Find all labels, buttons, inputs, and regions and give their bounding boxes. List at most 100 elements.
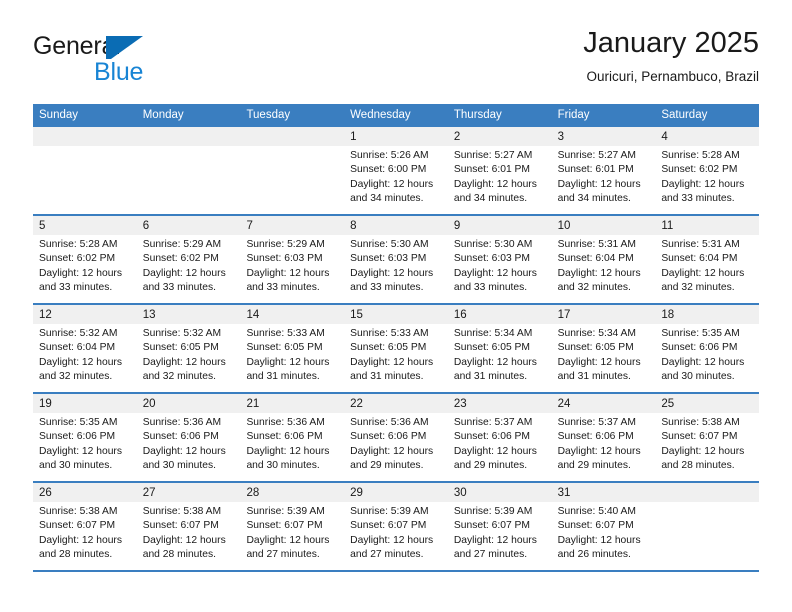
day-sun-info: Sunrise: 5:38 AM Sunset: 6:07 PM Daylight:… <box>137 502 241 562</box>
daylight-text: Daylight: 12 hours and 28 minutes. <box>142 534 226 560</box>
day-sun-info: Sunrise: 5:26 AM Sunset: 6:00 PM Daylight:… <box>344 146 448 206</box>
day-cell[interactable]: 29 Sunrise: 5:39 AM Sunset: 6:07 PM Dayligh… <box>344 483 448 570</box>
sunrise-text: Sunrise: 5:37 AM <box>557 417 637 428</box>
day-cell[interactable]: 10 Sunrise: 5:31 AM Sunset: 6:04 PM Dayligh… <box>551 216 656 303</box>
calendar-weeks: 1 Sunrise: 5:26 AM Sunset: 6:00 PM Daylight… <box>33 127 760 572</box>
day-sun-info: Sunrise: 5:36 AM Sunset: 6:06 PM Daylight:… <box>137 413 241 473</box>
day-cell[interactable]: 1 Sunrise: 5:26 AM Sunset: 6:00 PM Daylight… <box>344 127 448 214</box>
day-number: 21 <box>240 394 345 413</box>
sunrise-text: Sunrise: 5:31 AM <box>661 239 740 250</box>
daylight-text: Daylight: 12 hours and 28 minutes. <box>39 534 122 560</box>
day-cell[interactable]: 2 Sunrise: 5:27 AM Sunset: 6:01 PM Daylight… <box>447 127 552 214</box>
sunrise-text: Sunrise: 5:29 AM <box>142 239 222 250</box>
sunset-text: Sunset: 6:07 PM <box>661 431 738 443</box>
day-cell[interactable]: 12 Sunrise: 5:32 AM Sunset: 6:04 PM Dayligh… <box>33 305 137 392</box>
daylight-text: Daylight: 12 hours and 32 minutes. <box>142 356 226 382</box>
day-number: 23 <box>447 394 552 413</box>
calendar-week-row: 1 Sunrise: 5:26 AM Sunset: 6:00 PM Daylight… <box>33 127 760 216</box>
day-cell[interactable]: 25 Sunrise: 5:38 AM Sunset: 6:07 PM Dayligh… <box>655 394 760 481</box>
daylight-text: Daylight: 12 hours and 27 minutes. <box>453 534 537 560</box>
day-cell[interactable]: 28 Sunrise: 5:39 AM Sunset: 6:07 PM Dayligh… <box>240 483 345 570</box>
day-cell[interactable]: 15 Sunrise: 5:33 AM Sunset: 6:05 PM Dayligh… <box>344 305 448 392</box>
day-number: 27 <box>136 483 241 502</box>
sunrise-text: Sunrise: 5:34 AM <box>453 328 533 339</box>
day-sun-info: Sunrise: 5:29 AM Sunset: 6:02 PM Daylight:… <box>137 235 241 295</box>
day-cell[interactable]: 20 Sunrise: 5:36 AM Sunset: 6:06 PM Dayligh… <box>136 394 241 481</box>
sunset-text: Sunset: 6:06 PM <box>39 431 116 443</box>
day-number: 5 <box>33 216 137 235</box>
day-cell[interactable]: 5 Sunrise: 5:28 AM Sunset: 6:02 PM Daylight… <box>33 216 137 303</box>
day-cell[interactable]: 27 Sunrise: 5:38 AM Sunset: 6:07 PM Dayligh… <box>136 483 241 570</box>
day-sun-info: Sunrise: 5:31 AM Sunset: 6:04 PM Daylight:… <box>552 235 656 295</box>
day-sun-info: Sunrise: 5:30 AM Sunset: 6:03 PM Daylight:… <box>344 235 448 295</box>
day-number: 3 <box>551 127 656 146</box>
sunrise-text: Sunrise: 5:38 AM <box>661 417 740 428</box>
day-cell[interactable]: 30 Sunrise: 5:39 AM Sunset: 6:07 PM Dayligh… <box>447 483 552 570</box>
day-number: 25 <box>655 394 760 413</box>
day-cell[interactable]: 14 Sunrise: 5:33 AM Sunset: 6:05 PM Dayligh… <box>240 305 345 392</box>
day-cell[interactable]: 9 Sunrise: 5:30 AM Sunset: 6:03 PM Daylight… <box>447 216 552 303</box>
day-number: 26 <box>33 483 137 502</box>
daylight-text: Daylight: 12 hours and 31 minutes. <box>350 356 434 382</box>
day-number <box>655 483 760 502</box>
day-number: 29 <box>344 483 448 502</box>
sunrise-text: Sunrise: 5:39 AM <box>246 506 325 517</box>
day-cell[interactable]: 21 Sunrise: 5:36 AM Sunset: 6:06 PM Dayligh… <box>240 394 345 481</box>
day-cell[interactable]: 19 Sunrise: 5:35 AM Sunset: 6:06 PM Dayligh… <box>33 394 137 481</box>
daylight-text: Daylight: 12 hours and 33 minutes. <box>39 267 122 293</box>
sunrise-text: Sunrise: 5:37 AM <box>453 417 533 428</box>
day-sun-info: Sunrise: 5:34 AM Sunset: 6:05 PM Daylight:… <box>448 324 552 384</box>
day-number: 30 <box>447 483 552 502</box>
day-number: 10 <box>551 216 656 235</box>
sunset-text: Sunset: 6:06 PM <box>142 431 219 443</box>
page-header: General Blue January 2025 Ouricuri, Pern… <box>33 26 759 98</box>
sunset-text: Sunset: 6:05 PM <box>142 342 219 354</box>
day-cell[interactable]: 8 Sunrise: 5:30 AM Sunset: 6:03 PM Daylight… <box>344 216 448 303</box>
day-cell[interactable]: 4 Sunrise: 5:28 AM Sunset: 6:02 PM Daylight… <box>655 127 760 214</box>
day-cell[interactable]: 18 Sunrise: 5:35 AM Sunset: 6:06 PM Dayligh… <box>655 305 760 392</box>
sunset-text: Sunset: 6:07 PM <box>246 520 323 532</box>
day-sun-info: Sunrise: 5:28 AM Sunset: 6:02 PM Daylight:… <box>655 146 759 206</box>
day-sun-info: Sunrise: 5:35 AM Sunset: 6:06 PM Daylight:… <box>33 413 137 473</box>
sunset-text: Sunset: 6:06 PM <box>246 431 323 443</box>
day-sun-info: Sunrise: 5:32 AM Sunset: 6:05 PM Daylight:… <box>137 324 241 384</box>
day-number: 14 <box>240 305 345 324</box>
sunrise-text: Sunrise: 5:32 AM <box>142 328 222 339</box>
weekday-header-sunday: Sunday <box>39 109 79 121</box>
sunrise-text: Sunrise: 5:34 AM <box>557 328 637 339</box>
daylight-text: Daylight: 12 hours and 33 minutes. <box>246 267 330 293</box>
day-cell[interactable]: 22 Sunrise: 5:36 AM Sunset: 6:06 PM Dayligh… <box>344 394 448 481</box>
day-cell[interactable]: 26 Sunrise: 5:38 AM Sunset: 6:07 PM Dayligh… <box>33 483 137 570</box>
sunset-text: Sunset: 6:03 PM <box>246 253 323 265</box>
day-cell[interactable]: 31 Sunrise: 5:40 AM Sunset: 6:07 PM Dayligh… <box>551 483 656 570</box>
daylight-text: Daylight: 12 hours and 32 minutes. <box>557 267 641 293</box>
day-cell[interactable]: 13 Sunrise: 5:32 AM Sunset: 6:05 PM Dayligh… <box>136 305 241 392</box>
sunset-text: Sunset: 6:05 PM <box>453 342 531 354</box>
day-number: 11 <box>655 216 760 235</box>
day-sun-info: Sunrise: 5:31 AM Sunset: 6:04 PM Daylight:… <box>655 235 759 295</box>
day-cell[interactable]: 24 Sunrise: 5:37 AM Sunset: 6:06 PM Dayligh… <box>551 394 656 481</box>
day-number: 2 <box>447 127 552 146</box>
day-number: 7 <box>240 216 345 235</box>
day-cell[interactable]: 6 Sunrise: 5:29 AM Sunset: 6:02 PM Daylight… <box>136 216 241 303</box>
sunrise-text: Sunrise: 5:40 AM <box>557 506 637 517</box>
day-cell[interactable]: 11 Sunrise: 5:31 AM Sunset: 6:04 PM Dayligh… <box>655 216 760 303</box>
daylight-text: Daylight: 12 hours and 29 minutes. <box>557 445 641 471</box>
sunset-text: Sunset: 6:07 PM <box>142 520 219 532</box>
sunset-text: Sunset: 6:07 PM <box>39 520 116 532</box>
daylight-text: Daylight: 12 hours and 33 minutes. <box>453 267 537 293</box>
day-sun-info: Sunrise: 5:36 AM Sunset: 6:06 PM Daylight:… <box>240 413 344 473</box>
day-cell[interactable]: 17 Sunrise: 5:34 AM Sunset: 6:05 PM Dayligh… <box>551 305 656 392</box>
day-number: 4 <box>655 127 760 146</box>
day-sun-info: Sunrise: 5:39 AM Sunset: 6:07 PM Daylight:… <box>344 502 448 562</box>
day-sun-info: Sunrise: 5:32 AM Sunset: 6:04 PM Daylight:… <box>33 324 137 384</box>
weekday-header-monday: Monday <box>142 109 184 121</box>
generalblue-logo[interactable]: General Blue <box>33 32 263 96</box>
day-cell[interactable]: 7 Sunrise: 5:29 AM Sunset: 6:03 PM Daylight… <box>240 216 345 303</box>
day-cell-empty <box>136 127 241 214</box>
day-cell[interactable]: 23 Sunrise: 5:37 AM Sunset: 6:06 PM Dayligh… <box>447 394 552 481</box>
day-sun-info: Sunrise: 5:37 AM Sunset: 6:06 PM Daylight:… <box>552 413 656 473</box>
day-cell[interactable]: 16 Sunrise: 5:34 AM Sunset: 6:05 PM Dayligh… <box>447 305 552 392</box>
day-cell[interactable]: 3 Sunrise: 5:27 AM Sunset: 6:01 PM Daylight… <box>551 127 656 214</box>
weekday-header-saturday: Saturday <box>661 109 708 121</box>
